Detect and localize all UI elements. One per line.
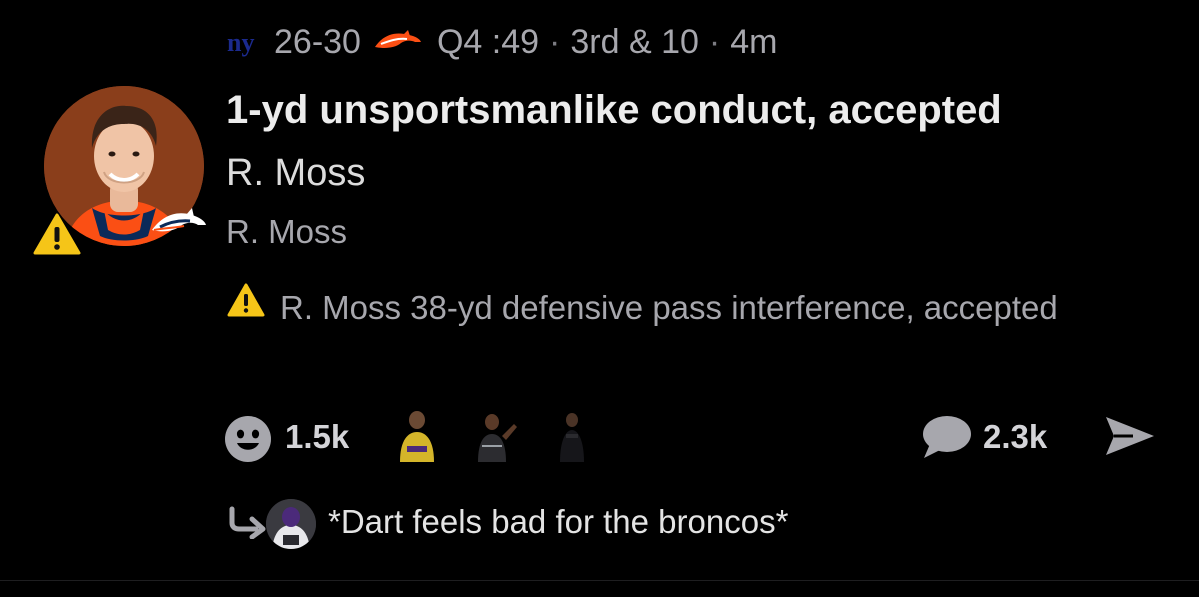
quarter-clock: Q4 :49 — [436, 22, 540, 61]
warning-icon — [33, 213, 81, 255]
giants-logo-icon: ny — [227, 28, 254, 57]
reaction-count[interactable]: 1.5k — [285, 418, 349, 456]
share-arrow-icon[interactable] — [1103, 413, 1157, 459]
reply-author-photo — [266, 499, 316, 549]
separator-dot: · — [549, 22, 561, 61]
reply-text[interactable]: *Dart feels bad for the broncos* — [328, 503, 788, 541]
comment-count[interactable]: 2.3k — [983, 418, 1047, 456]
smiley-icon[interactable] — [223, 414, 273, 464]
separator-dot: · — [708, 22, 721, 61]
game-score: 26-30 — [274, 22, 361, 61]
reactor-avatar[interactable] — [392, 406, 442, 462]
down-distance: 3rd & 10 — [570, 22, 699, 61]
player-name[interactable]: R. Moss — [226, 152, 365, 195]
broncos-logo-icon — [374, 30, 421, 48]
svg-text:ny: ny — [227, 28, 254, 57]
reactor-avatar[interactable] — [470, 406, 520, 462]
reply-author-avatar[interactable] — [266, 499, 316, 549]
play-header: ny 26-30 Q4 :49 · 3rd & 10 · 4m — [226, 20, 777, 64]
speech-bubble-icon[interactable] — [920, 414, 972, 460]
reactor-avatar[interactable] — [550, 406, 600, 462]
player-name-secondary[interactable]: R. Moss — [226, 213, 347, 251]
warning-icon — [227, 283, 265, 317]
penalty-description: R. Moss 38-yd defensive pass interferenc… — [280, 289, 1058, 326]
broncos-logo-icon — [152, 208, 206, 232]
reply-arrow-icon[interactable] — [228, 505, 268, 539]
play-title: 1-yd unsportsmanlike conduct, accepted — [226, 88, 1002, 132]
time-ago: 4m — [730, 22, 778, 61]
divider — [0, 580, 1199, 581]
